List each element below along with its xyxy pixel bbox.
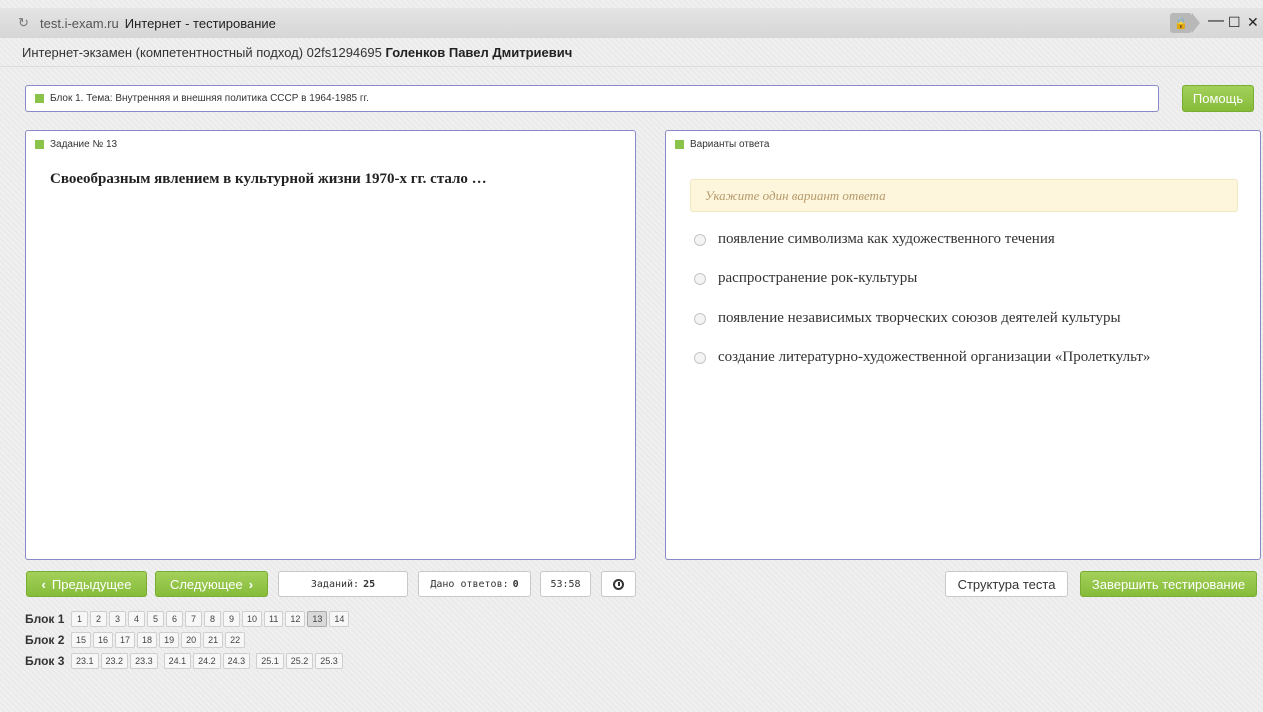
block-2-label: Блок 2 (25, 633, 65, 647)
answer-option-1[interactable]: появление символизма как художественного… (694, 231, 1055, 248)
nav-group: 23.1 23.2 23.3 (71, 653, 160, 669)
nav-item[interactable]: 3 (109, 611, 126, 627)
minimize-button[interactable]: — (1208, 12, 1224, 30)
answers-panel-title: Варианты ответа (666, 139, 1260, 150)
green-square-icon (35, 140, 44, 149)
nav-item[interactable]: 6 (166, 611, 183, 627)
nav-item[interactable]: 25.1 (256, 653, 284, 669)
student-name: Голенков Павел Дмитриевич (385, 45, 573, 60)
green-square-icon (35, 94, 44, 103)
nav-item[interactable]: 10 (242, 611, 263, 627)
help-button[interactable]: Помощь (1182, 85, 1254, 112)
nav-item[interactable]: 21 (203, 632, 224, 648)
nav-item[interactable]: 25.3 (315, 653, 343, 669)
answered-counter: Дано ответов: 0 (418, 571, 531, 597)
nav-item[interactable]: 20 (181, 632, 202, 648)
previous-label: Предыдущее (51, 576, 132, 592)
nav-item[interactable]: 1 (71, 611, 88, 627)
answer-option-4[interactable]: создание литературно-художественной орга… (694, 349, 1150, 366)
answer-option-label: появление символизма как художественного… (718, 231, 1055, 247)
maximize-button[interactable]: ☐ (1228, 14, 1241, 31)
browser-title-bar: ↻ test.i-exam.ru Интернет - тестирование… (0, 8, 1263, 38)
page-title: Интернет - тестирование (124, 15, 276, 31)
exam-info: Интернет-экзамен (компетентностный подхо… (22, 45, 382, 60)
nav-group: 1 2 3 4 5 6 7 8 9 10 11 12 13 14 (71, 611, 351, 627)
chevron-right-icon: › (248, 576, 254, 592)
nav-group: 15 16 17 18 19 20 21 22 (71, 632, 247, 648)
radio-button[interactable] (694, 351, 706, 364)
answer-option-label: распространение рок-культуры (718, 270, 918, 286)
answer-option-label: появление независимых творческих союзов … (718, 310, 1121, 326)
nav-item[interactable]: 7 (185, 611, 202, 627)
nav-item[interactable]: 11 (264, 611, 284, 627)
test-structure-button[interactable]: Структура теста (945, 571, 1068, 597)
nav-item[interactable]: 4 (128, 611, 145, 627)
clock-icon (613, 578, 624, 590)
answer-hint: Укажите один вариант ответа (690, 179, 1238, 212)
answer-option-label: создание литературно-художественной орга… (718, 349, 1151, 365)
exam-header: Интернет-экзамен (компетентностный подхо… (22, 45, 572, 60)
answered-label: Дано ответов: (430, 578, 509, 590)
nav-item[interactable]: 5 (147, 611, 164, 627)
question-number: Задание № 13 (50, 139, 118, 150)
answers-panel: Варианты ответа Укажите один вариант отв… (665, 130, 1261, 560)
next-label: Следующее (169, 576, 243, 592)
question-panel: Задание № 13 Своеобразным явлением в кул… (25, 130, 636, 560)
nav-item[interactable]: 23.2 (100, 653, 129, 669)
timer: 53:58 (540, 571, 591, 597)
nav-item[interactable]: 15 (71, 632, 92, 648)
close-button[interactable]: ✕ (1247, 14, 1259, 31)
nav-item[interactable]: 25.2 (285, 653, 314, 669)
answer-option-2[interactable]: распространение рок-культуры (694, 270, 917, 287)
answer-option-3[interactable]: появление независимых творческих союзов … (694, 310, 1121, 327)
next-button[interactable]: Следующее › (155, 571, 268, 597)
nav-item[interactable]: 22 (225, 632, 246, 648)
nav-item[interactable]: 9 (223, 611, 240, 627)
nav-item[interactable]: 24.1 (163, 653, 192, 669)
block-1-nav: Блок 1 1 2 3 4 5 6 7 8 9 10 11 12 13 14 (25, 611, 355, 627)
nav-item[interactable]: 23.3 (130, 653, 158, 669)
nav-item[interactable]: 24.3 (222, 653, 251, 669)
reload-icon[interactable]: ↻ (18, 15, 34, 31)
answers-title: Варианты ответа (690, 139, 770, 150)
nav-item[interactable]: 14 (329, 611, 350, 627)
tasks-label: Заданий: (310, 578, 360, 590)
block-3-nav: Блок 3 23.1 23.2 23.3 24.1 24.2 24.3 25.… (25, 653, 349, 669)
block-topic-text: Блок 1. Тема: Внутренняя и внешняя полит… (50, 93, 369, 104)
block-2-nav: Блок 2 15 16 17 18 19 20 21 22 (25, 632, 251, 648)
tasks-counter: Заданий: 25 (278, 571, 408, 597)
nav-item[interactable]: 8 (204, 611, 221, 627)
header-divider (0, 66, 1263, 67)
question-panel-title: Задание № 13 (26, 139, 635, 150)
nav-item[interactable]: 16 (93, 632, 114, 648)
nav-item[interactable]: 19 (159, 632, 180, 648)
tasks-count: 25 (363, 578, 376, 590)
timer-toggle-button[interactable] (601, 571, 636, 597)
nav-item[interactable]: 18 (137, 632, 158, 648)
answered-count: 0 (512, 578, 519, 590)
nav-item[interactable]: 17 (115, 632, 136, 648)
nav-group: 24.1 24.2 24.3 (163, 653, 253, 669)
nav-item[interactable]: 23.1 (71, 653, 99, 669)
lock-icon[interactable]: 🔒 (1170, 13, 1200, 33)
block-1-label: Блок 1 (25, 612, 65, 626)
nav-item[interactable]: 2 (90, 611, 107, 627)
nav-item[interactable]: 24.2 (193, 653, 221, 669)
block-topic-bar: Блок 1. Тема: Внутренняя и внешняя полит… (25, 85, 1159, 112)
radio-button[interactable] (694, 272, 706, 285)
finish-test-button[interactable]: Завершить тестирование (1080, 571, 1257, 597)
radio-button[interactable] (694, 312, 706, 325)
question-text: Своеобразным явлением в культурной жизни… (50, 171, 487, 187)
chevron-left-icon: ‹ (41, 576, 46, 592)
nav-item-current[interactable]: 13 (307, 611, 328, 627)
nav-group: 25.1 25.2 25.3 (256, 653, 345, 669)
nav-item[interactable]: 12 (285, 611, 306, 627)
radio-button[interactable] (694, 233, 706, 246)
block-3-label: Блок 3 (25, 654, 65, 668)
domain-label: test.i-exam.ru (40, 15, 119, 31)
green-square-icon (675, 140, 684, 149)
previous-button[interactable]: ‹ Предыдущее (26, 571, 147, 597)
